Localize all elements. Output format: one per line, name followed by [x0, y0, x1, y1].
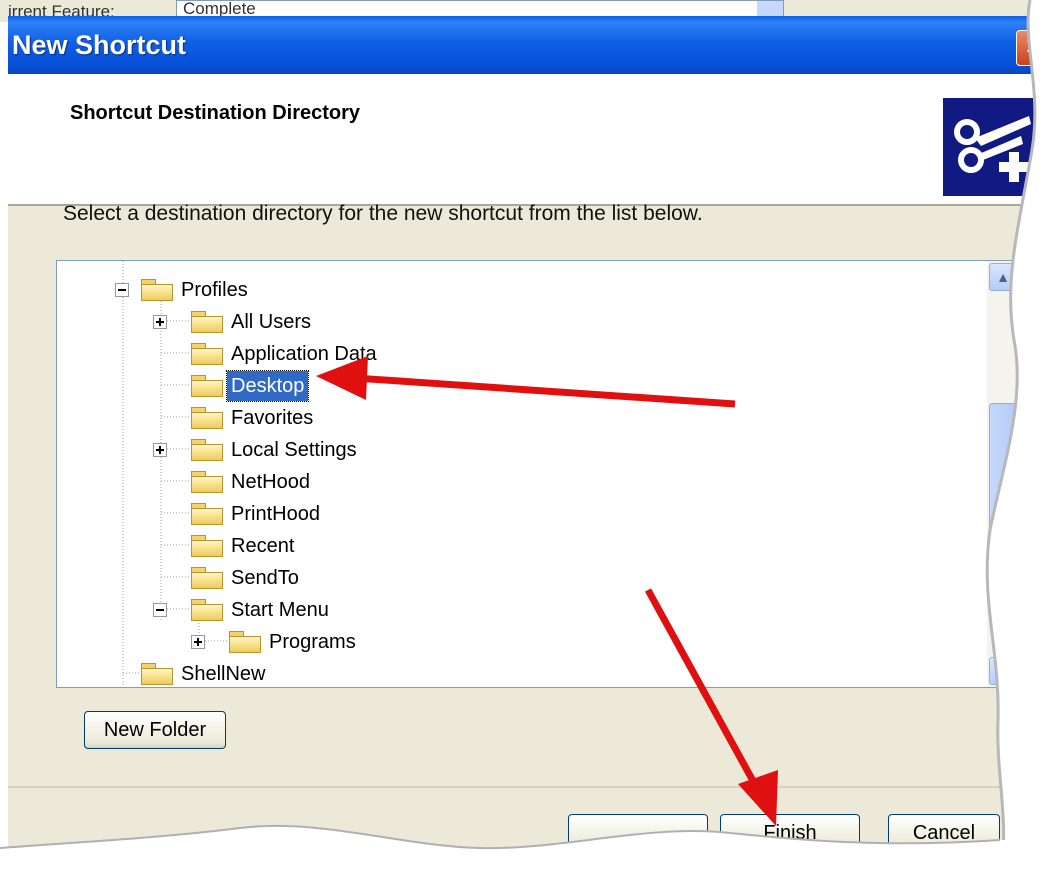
close-button[interactable]: ✕: [1016, 30, 1052, 66]
expand-toggle[interactable]: [153, 315, 167, 329]
footer-divider: [8, 786, 1058, 788]
tree-item-label: NetHood: [231, 471, 310, 493]
vertical-scrollbar[interactable]: ▲ ▼: [987, 261, 1017, 687]
folder-icon: [191, 503, 223, 525]
tree-item-label: SendTo: [231, 567, 299, 589]
new-shortcut-dialog: New Shortcut ✕ Shortcut Destination Dire…: [8, 16, 1058, 856]
window-title: New Shortcut: [12, 30, 187, 60]
cancel-button[interactable]: Cancel: [888, 814, 1000, 852]
scroll-thumb[interactable]: [989, 403, 1017, 585]
tree-item-label: All Users: [231, 311, 312, 333]
folder-icon: [141, 663, 173, 685]
tree-item-label: Local Settings: [231, 439, 357, 461]
folder-icon: [191, 343, 223, 365]
tree-item-label: Application Data: [231, 343, 377, 365]
scroll-grip-icon: [999, 490, 1009, 500]
tree-item-label: Recent: [231, 535, 295, 557]
expand-toggle[interactable]: [191, 635, 205, 649]
tree-item-label: ShellNew: [181, 663, 266, 685]
folder-icon: [191, 407, 223, 429]
folder-icon: [229, 631, 261, 653]
collapse-toggle[interactable]: [153, 603, 167, 617]
title-bar[interactable]: New Shortcut ✕: [8, 16, 1058, 74]
folder-icon: [191, 439, 223, 461]
scroll-down-button[interactable]: ▼: [989, 657, 1017, 685]
shortcut-scissors-plus-icon: [943, 98, 1041, 196]
back-button[interactable]: [568, 814, 708, 852]
instruction-text: Select a destination directory for the n…: [63, 202, 703, 225]
folder-icon: [141, 279, 173, 301]
new-folder-button[interactable]: New Folder: [84, 711, 226, 749]
folder-icon: [191, 311, 223, 333]
expand-toggle[interactable]: [153, 443, 167, 457]
folder-icon: [191, 567, 223, 589]
tree-item-label: Programs: [269, 631, 356, 653]
open-folder-icon: [191, 375, 223, 397]
folder-icon: [191, 599, 223, 621]
finish-button[interactable]: Finish: [720, 814, 860, 852]
collapse-toggle[interactable]: [115, 283, 129, 297]
folder-icon: [191, 471, 223, 493]
tree-item-label: Profiles: [181, 279, 248, 301]
scroll-up-button[interactable]: ▲: [989, 263, 1017, 291]
tree-item-label: Start Menu: [231, 599, 329, 621]
wizard-step-title: Shortcut Destination Directory: [70, 102, 361, 124]
tree-item-label: Favorites: [231, 407, 314, 429]
tree-item-label-selected: Desktop: [225, 370, 310, 402]
directory-tree[interactable]: Profiles All Users Application Data Desk…: [56, 260, 1018, 688]
tree-item-label: PrintHood: [231, 503, 320, 525]
folder-icon: [191, 535, 223, 557]
wizard-header: Shortcut Destination Directory: [8, 74, 1058, 206]
